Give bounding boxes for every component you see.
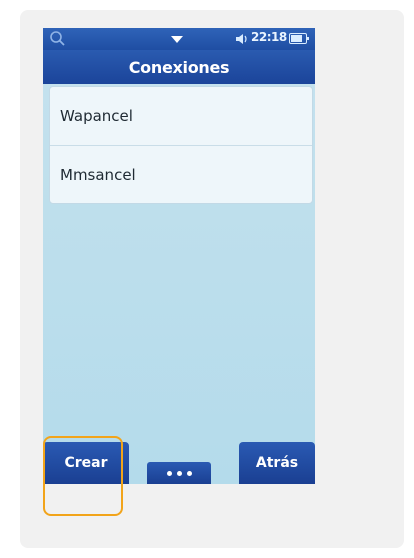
- back-button[interactable]: Atrás: [239, 442, 315, 484]
- status-time: 22:18: [251, 30, 287, 44]
- title-bar: Conexiones: [43, 50, 315, 84]
- list-item-label: Wapancel: [60, 107, 133, 125]
- dropdown-arrow-icon[interactable]: [171, 36, 183, 43]
- sound-icon: [236, 34, 247, 44]
- battery-icon: [289, 33, 309, 44]
- list-item-label: Mmsancel: [60, 165, 136, 184]
- status-bar: 22:18: [43, 28, 315, 50]
- back-button-label: Atrás: [255, 455, 299, 471]
- connections-list: Wapancel Mmsancel: [49, 86, 313, 204]
- list-item-mmsancel[interactable]: Mmsancel: [50, 145, 312, 203]
- more-options-button[interactable]: [147, 462, 211, 484]
- create-button-label: Crear: [64, 455, 108, 471]
- phone-screen: 22:18 Conexiones Wapancel Mmsancel Crear…: [43, 28, 315, 484]
- battery-level-fill: [291, 35, 302, 42]
- page-title: Conexiones: [128, 57, 230, 77]
- more-dots-icon: [186, 470, 192, 476]
- create-button[interactable]: Crear: [43, 442, 129, 484]
- softkey-bar: Crear Atrás: [43, 442, 315, 484]
- more-dots-icon: [166, 470, 172, 476]
- list-item-wapancel[interactable]: Wapancel: [50, 87, 312, 145]
- search-icon[interactable]: [49, 30, 67, 48]
- more-dots-icon: [176, 470, 182, 476]
